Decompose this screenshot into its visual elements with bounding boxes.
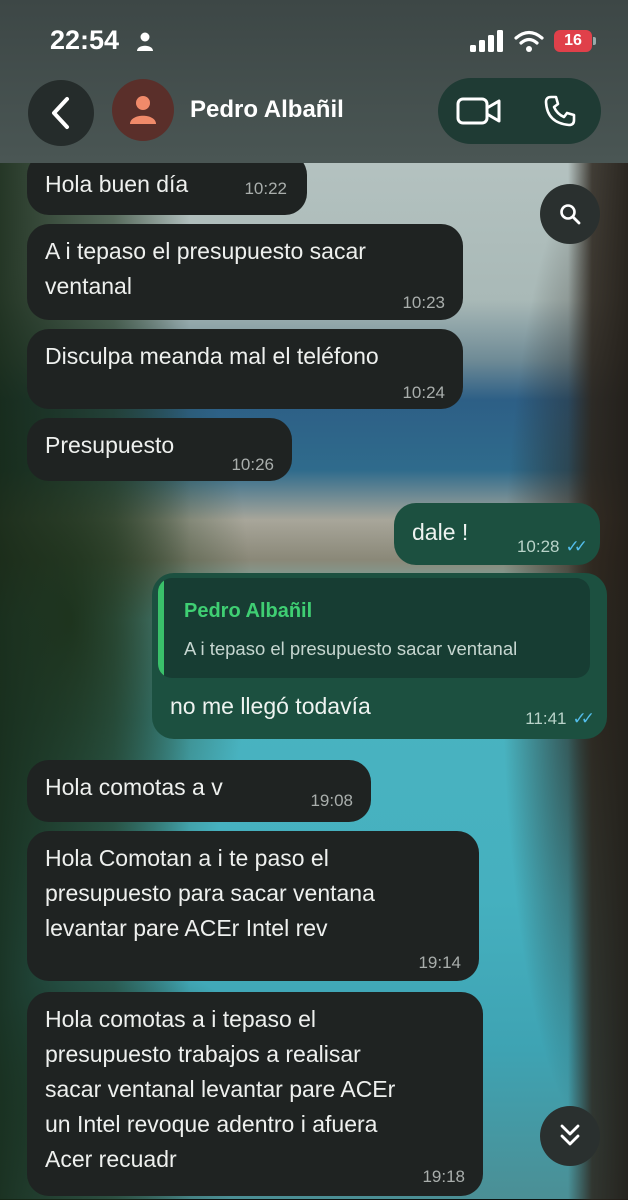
message-time: 19:18 xyxy=(422,1167,465,1186)
message-incoming[interactable]: A i tepaso el presupuesto sacar ventanal… xyxy=(27,224,463,320)
message-incoming[interactable]: Hola comotas a v 19:08 xyxy=(27,760,371,822)
message-text: A i tepaso el presupuesto sacar ventanal xyxy=(45,238,366,299)
message-time: 10:28 ✓✓ xyxy=(516,537,588,557)
video-call-button[interactable] xyxy=(449,81,509,141)
message-text: Hola Comotan a i te paso el presupuesto … xyxy=(45,845,375,941)
message-incoming[interactable]: Hola Comotan a i te paso el presupuesto … xyxy=(27,831,479,981)
search-button[interactable] xyxy=(540,184,600,244)
quoted-text: A i tepaso el presupuesto sacar ventanal xyxy=(184,638,518,659)
person-icon xyxy=(130,96,156,124)
chat-header: 22:54 16 Pedro Albañil xyxy=(0,0,628,163)
chevron-left-icon xyxy=(52,97,69,129)
message-incoming[interactable]: Hola comotas a i tepaso el presupuesto t… xyxy=(27,992,483,1196)
status-person-icon xyxy=(137,32,153,51)
message-text: dale ! xyxy=(412,519,469,545)
signal-icon xyxy=(470,30,503,52)
voice-call-button[interactable] xyxy=(530,81,590,141)
message-time-value: 10:28 xyxy=(516,537,560,556)
message-time: 11:41 ✓✓ xyxy=(525,709,595,729)
message-time: 19:14 xyxy=(418,953,461,972)
message-text: Disculpa meanda mal el teléfono xyxy=(45,343,379,369)
wifi-icon xyxy=(514,30,544,52)
back-button[interactable] xyxy=(28,80,94,146)
message-outgoing[interactable]: dale ! 10:28 ✓✓ xyxy=(394,503,600,565)
phone-icon xyxy=(544,95,576,127)
message-list[interactable]: Hola buen día 10:22 A i tepaso el presup… xyxy=(0,163,628,1199)
status-time: 22:54 xyxy=(50,25,120,55)
battery-nub xyxy=(593,37,596,45)
contact-name[interactable]: Pedro Albañil xyxy=(190,96,344,124)
message-incoming[interactable]: Hola buen día 10:22 xyxy=(27,163,307,215)
message-text: Hola comotas a v xyxy=(45,774,223,800)
message-incoming[interactable]: Presupuesto 10:26 xyxy=(27,418,292,481)
message-text: Hola comotas a i tepaso el presupuesto t… xyxy=(45,1006,396,1172)
message-time: 10:24 xyxy=(402,383,445,402)
message-time: 10:26 xyxy=(231,455,274,474)
search-icon xyxy=(560,204,581,225)
status-indicators: 16 xyxy=(470,28,596,54)
video-camera-icon xyxy=(456,97,501,125)
quoted-author: Pedro Albañil xyxy=(184,600,313,622)
message-text: Presupuesto xyxy=(45,432,175,458)
double-chevron-down-icon xyxy=(560,1124,580,1146)
message-text: Hola buen día xyxy=(45,171,189,197)
double-check-icon: ✓✓ xyxy=(572,709,595,728)
message-text: no me llegó todavía xyxy=(170,693,371,719)
scroll-to-bottom-button[interactable] xyxy=(540,1106,600,1166)
battery-indicator: 16 xyxy=(554,30,596,52)
quote-accent-bar xyxy=(158,578,164,678)
call-actions xyxy=(438,78,601,144)
battery-level: 16 xyxy=(564,32,582,49)
quoted-message[interactable]: Pedro Albañil A i tepaso el presupuesto … xyxy=(158,578,590,678)
message-time-value: 11:41 xyxy=(525,709,567,728)
double-check-icon: ✓✓ xyxy=(565,537,588,556)
message-time: 10:22 xyxy=(244,179,287,198)
contact-avatar[interactable] xyxy=(112,79,174,141)
message-incoming[interactable]: Disculpa meanda mal el teléfono 10:24 xyxy=(27,329,463,409)
message-time: 10:23 xyxy=(402,293,445,312)
message-time: 19:08 xyxy=(310,791,353,810)
